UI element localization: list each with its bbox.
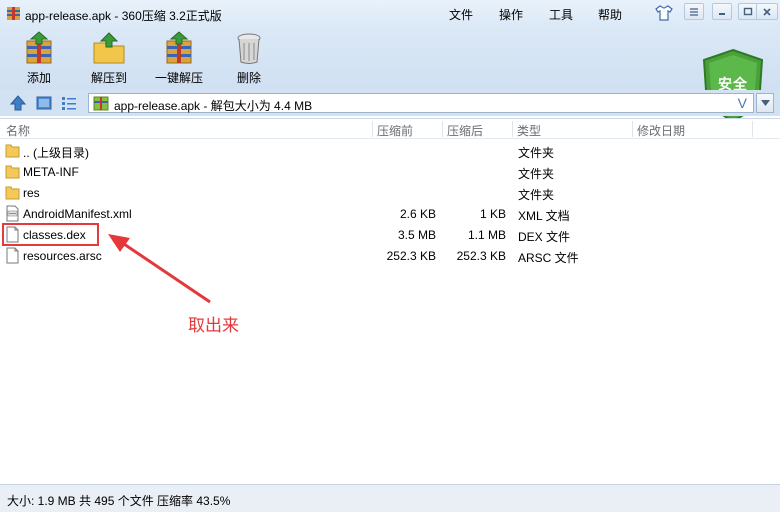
menu-file[interactable]: 文件 xyxy=(449,6,473,23)
status-bar: 大小: 1.9 MB 共 495 个文件 压缩率 43.5% xyxy=(0,484,780,512)
minimize-button[interactable] xyxy=(712,3,732,20)
column-packed-size[interactable]: 压缩后 xyxy=(447,122,483,139)
file-size: 3.5 MB xyxy=(397,228,436,242)
file-type: ARSC 文件 xyxy=(518,251,579,265)
file-name: resources.arsc xyxy=(23,249,102,263)
list-item[interactable]: res 文件夹 xyxy=(0,182,780,203)
file-size: 252.3 KB xyxy=(386,249,436,263)
annotation-arrow xyxy=(108,234,211,304)
add-label: 添加 xyxy=(26,71,51,85)
extract-to-label: 解压到 xyxy=(90,71,127,85)
column-divider[interactable] xyxy=(442,121,443,137)
file-type: DEX 文件 xyxy=(518,230,571,244)
apk-archive-icon xyxy=(93,96,109,111)
column-divider[interactable] xyxy=(372,121,373,137)
file-type: 文件夹 xyxy=(518,167,555,181)
menu-help[interactable]: 帮助 xyxy=(598,6,622,23)
file-icon xyxy=(6,247,19,264)
folder-icon xyxy=(5,186,20,200)
file-type: 文件夹 xyxy=(518,146,555,160)
file-packed-size: 1 KB xyxy=(479,207,506,221)
annotation-highlight-box xyxy=(2,223,99,246)
address-bar[interactable]: app-release.apk - 解包大小为 4.4 MB V xyxy=(88,93,754,113)
title-bar: app-release.apk - 360压缩 3.2正式版 文件 操作 工具 … xyxy=(0,0,780,27)
address-verify-mark: V xyxy=(737,95,747,111)
up-arrow-icon[interactable] xyxy=(9,94,27,112)
menu-lines-icon xyxy=(690,7,698,16)
file-type: 文件夹 xyxy=(518,188,555,202)
address-text: app-release.apk - 解包大小为 4.4 MB xyxy=(114,99,313,113)
maximize-button[interactable] xyxy=(738,3,758,20)
file-packed-size: 252.3 KB xyxy=(456,249,506,263)
address-row: app-release.apk - 解包大小为 4.4 MB V xyxy=(0,90,780,116)
extract-to-button[interactable]: 解压到 xyxy=(74,31,144,87)
annotation-text: 取出来 xyxy=(188,316,239,335)
column-name[interactable]: 名称 xyxy=(6,122,30,139)
one-click-extract-label: 一键解压 xyxy=(154,71,203,85)
delete-label: 删除 xyxy=(236,71,261,85)
extract-to-icon xyxy=(93,32,125,64)
file-name: AndroidManifest.xml xyxy=(23,207,132,221)
menu-tools[interactable]: 工具 xyxy=(549,6,573,23)
one-click-extract-icon xyxy=(166,31,192,64)
file-packed-size: 1.1 MB xyxy=(467,228,506,242)
menu-dropdown-button[interactable] xyxy=(684,3,704,20)
column-divider[interactable] xyxy=(752,121,753,137)
file-type: XML 文档 xyxy=(518,209,570,223)
window-title: app-release.apk - 360压缩 3.2正式版 xyxy=(25,9,222,23)
chevron-down-icon xyxy=(760,100,770,106)
skin-shirt-icon[interactable] xyxy=(655,5,673,21)
list-header: 名称 压缩前 压缩后 类型 修改日期 xyxy=(0,119,780,139)
file-name: META-INF xyxy=(23,165,79,179)
file-name: .. (上级目录) xyxy=(23,146,89,160)
list-item[interactable]: AndroidManifest.xml 2.6 KB 1 KB XML 文档 xyxy=(0,203,780,224)
menu-operation[interactable]: 操作 xyxy=(499,6,523,23)
column-divider[interactable] xyxy=(632,121,633,137)
xml-file-icon xyxy=(6,205,19,222)
thumbnail-view-icon[interactable] xyxy=(35,94,53,112)
one-click-extract-button[interactable]: 一键解压 xyxy=(144,31,214,87)
add-button[interactable]: 添加 xyxy=(4,31,74,87)
app-icon xyxy=(7,7,20,20)
folder-icon xyxy=(5,144,20,158)
minimize-icon xyxy=(719,12,725,15)
delete-trash-icon xyxy=(237,33,261,64)
status-text: 大小: 1.9 MB 共 495 个文件 压缩率 43.5% xyxy=(7,494,231,508)
maximize-icon xyxy=(743,7,753,16)
close-button[interactable] xyxy=(756,3,778,20)
list-item[interactable]: .. (上级目录) 文件夹 xyxy=(0,140,780,161)
close-icon xyxy=(763,7,771,16)
column-divider[interactable] xyxy=(512,121,513,137)
column-original-size[interactable]: 压缩前 xyxy=(377,122,413,139)
column-type[interactable]: 类型 xyxy=(517,122,541,139)
file-name: res xyxy=(23,186,40,200)
column-modified-date[interactable]: 修改日期 xyxy=(637,122,685,139)
add-archive-icon xyxy=(26,31,52,64)
list-view-icon[interactable] xyxy=(60,94,78,112)
delete-button[interactable]: 删除 xyxy=(214,31,284,87)
folder-icon xyxy=(5,165,20,179)
list-item[interactable]: META-INF 文件夹 xyxy=(0,161,780,182)
file-size: 2.6 KB xyxy=(399,207,436,221)
toolbar: 添加 解压到 一键解压 删除 安全 xyxy=(0,27,780,123)
address-dropdown-button[interactable] xyxy=(756,93,774,113)
